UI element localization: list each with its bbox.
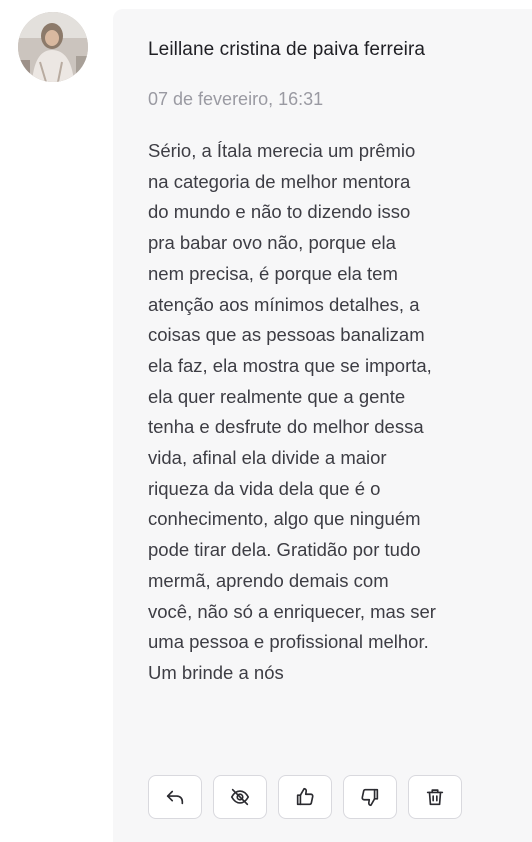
comment-card: Leillane cristina de paiva ferreira 07 d…: [113, 9, 532, 842]
dislike-button[interactable]: [343, 775, 397, 819]
comment-text: Sério, a Ítala merecia um prêmio na cate…: [148, 136, 520, 689]
comment-text-line: conhecimento, algo que ninguém: [148, 508, 421, 530]
comment-text-line: tenha e desfrute do melhor dessa: [148, 416, 424, 438]
comment-text-line: Um brinde a nós: [148, 661, 284, 683]
thumbs-up-icon: [296, 787, 314, 806]
comment-actions: [148, 775, 462, 819]
avatar[interactable]: [18, 12, 88, 82]
comment-text-line: ela faz, ela mostra que se importa,: [148, 354, 432, 376]
comment-text-line: pra babar ovo não, porque ela: [148, 232, 396, 254]
thumbs-down-icon: [361, 788, 379, 807]
comment-author[interactable]: Leillane cristina de paiva ferreira: [148, 39, 425, 61]
delete-button[interactable]: [408, 775, 462, 819]
comment-text-line: mermã, aprendo demais com: [148, 569, 389, 591]
comment-text-line: coisas que as pessoas banalizam: [148, 324, 425, 346]
trash-icon: [426, 789, 444, 806]
comment-text-line: do mundo e não to dizendo isso: [148, 201, 411, 223]
comment-text-line: uma pessoa e profissional melhor.: [148, 631, 429, 653]
comment-text-line: você, não só a enriquecer, mas ser: [148, 600, 436, 622]
comment-text-line: ela quer realmente que a gente: [148, 385, 406, 407]
like-button[interactable]: [278, 775, 332, 819]
comment-thread: Leillane cristina de paiva ferreira 07 d…: [0, 0, 532, 842]
comment-text-line: nem precisa, é porque ela tem: [148, 262, 398, 284]
comment-text-line: atenção aos mínimos detalhes, a: [148, 293, 420, 315]
reply-icon: [166, 790, 184, 805]
comment-timestamp: 07 de fevereiro, 16:31: [148, 89, 324, 109]
avatar-photo: [18, 12, 88, 82]
comment-text-line: Sério, a Ítala merecia um prêmio: [148, 140, 416, 161]
comment-text-line: na categoria de melhor mentora: [148, 170, 411, 192]
eye-off-icon: [230, 788, 250, 806]
hide-button[interactable]: [213, 775, 267, 819]
comment-text-line: vida, afinal ela divide a maior: [148, 447, 387, 469]
comment-text-line: riqueza da vida dela que é o: [148, 477, 381, 499]
reply-button[interactable]: [148, 775, 202, 819]
comment-text-line: pode tirar dela. Gratidão por tudo: [148, 539, 421, 561]
